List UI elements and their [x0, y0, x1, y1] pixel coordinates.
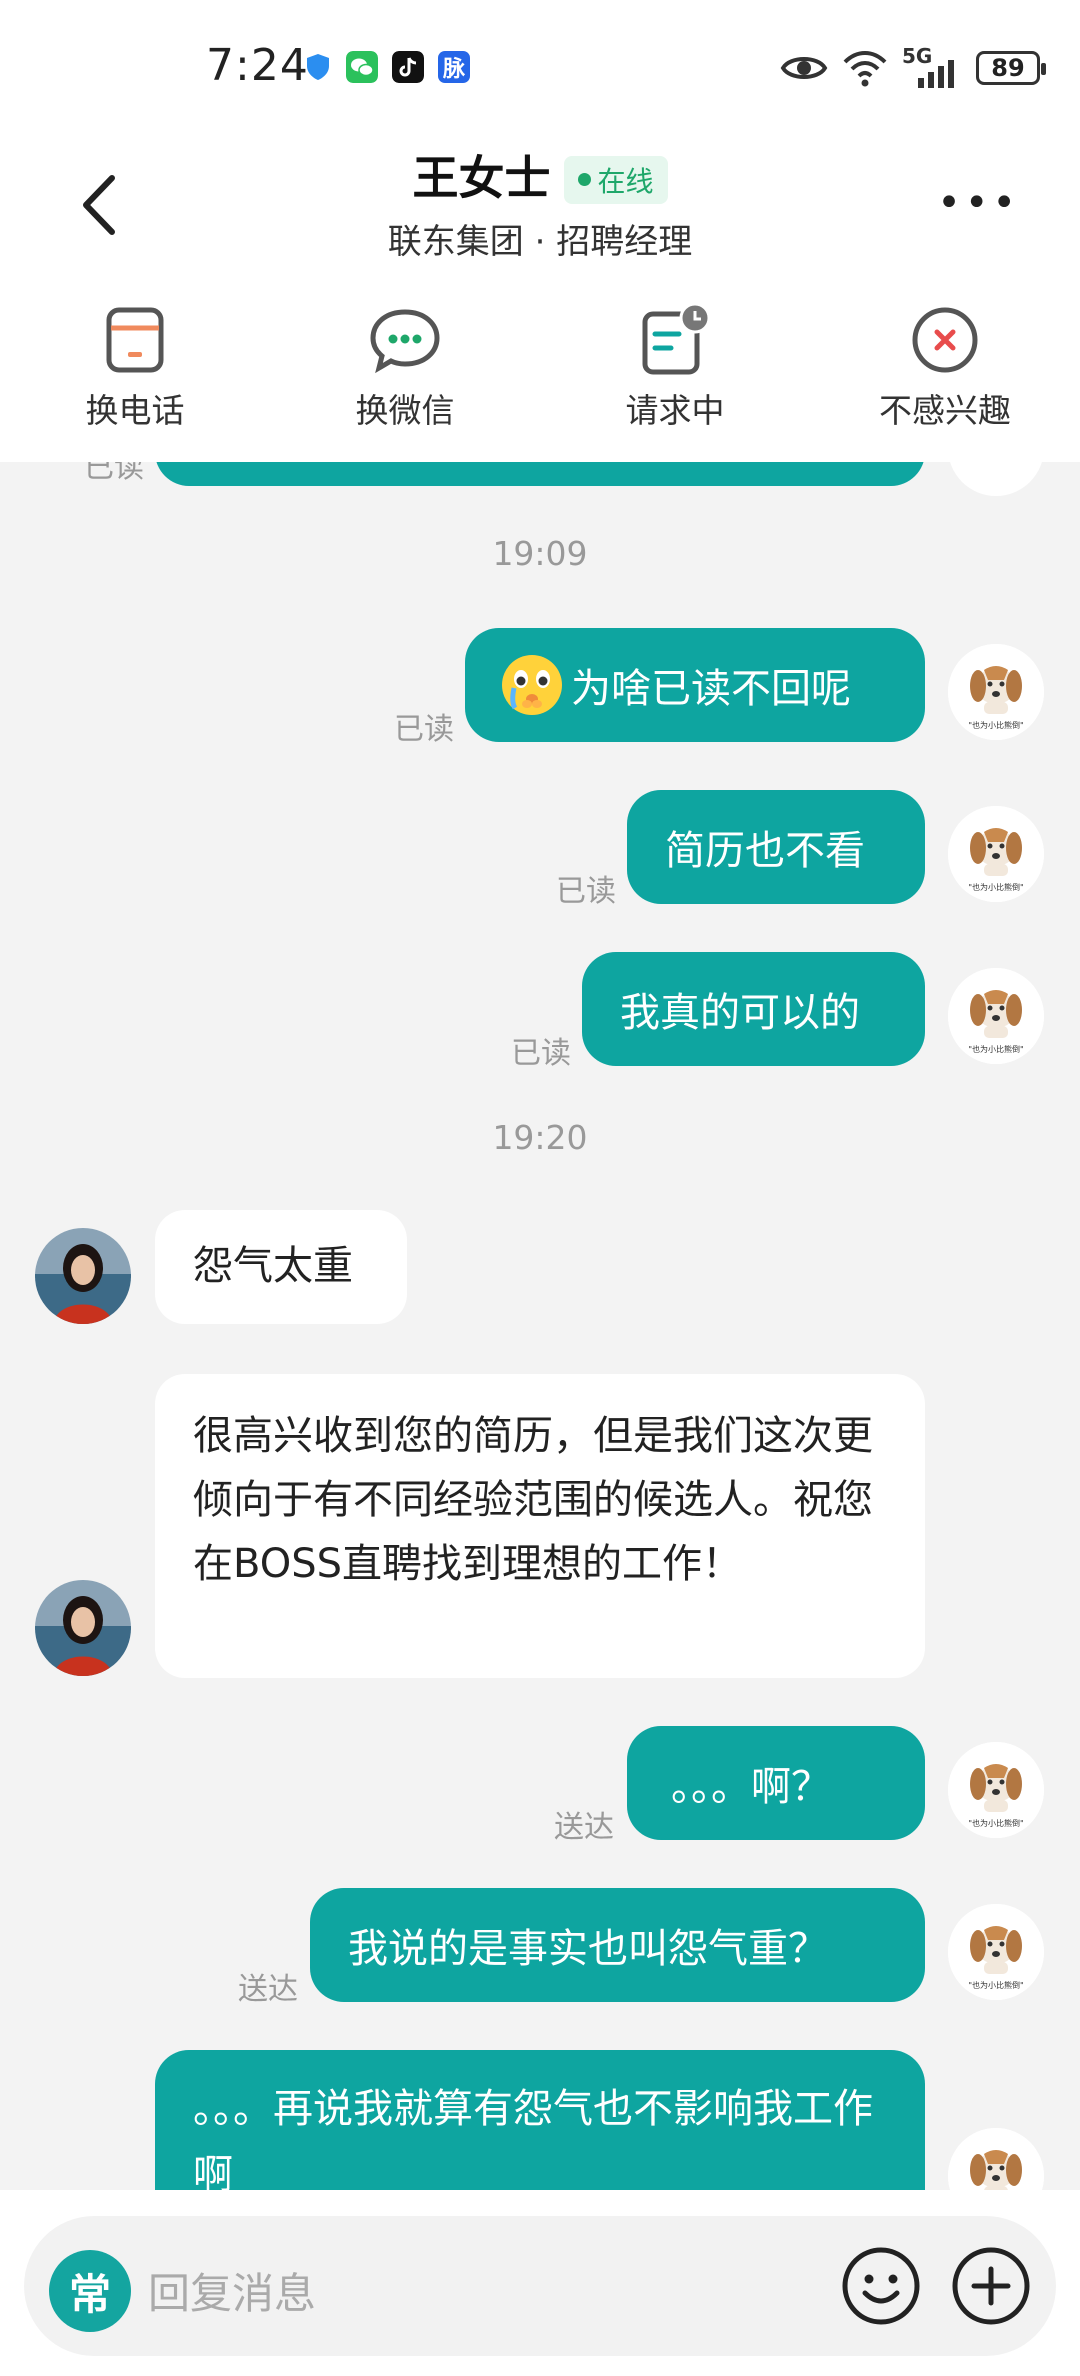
signal-bars-icon — [918, 60, 954, 88]
swap-wechat-button[interactable]: 换微信 — [270, 280, 540, 462]
beagle-sticker-avatar: "也为小比熊倒" — [948, 644, 1044, 740]
phone-swap-icon — [106, 307, 164, 373]
my-avatar[interactable]: "也为小比熊倒" — [948, 2128, 1044, 2190]
battery-indicator: 89 — [976, 51, 1046, 85]
read-status: 已读 — [394, 712, 454, 747]
online-badge: 在线 — [564, 155, 668, 204]
timestamp: 19:20 — [492, 1118, 588, 1157]
online-dot-icon — [578, 173, 592, 186]
maimai-icon: 脉 — [438, 51, 470, 83]
my-avatar[interactable]: "也为小比熊倒" — [948, 968, 1044, 1064]
more-options-icon[interactable]: ••• — [937, 180, 1020, 226]
composer-bar: 常 回复消息 — [0, 2190, 1080, 2376]
beagle-sticker-avatar: "也为小比熊倒" — [948, 1904, 1044, 2000]
message-bubble[interactable]: 。。。再说我就算有怨气也不影响我工作啊 — [155, 2050, 925, 2190]
recruiter-avatar[interactable] — [35, 1580, 131, 1676]
wechat-swap-icon — [370, 309, 440, 374]
recruiter-photo — [35, 1228, 131, 1324]
quick-phrases-button[interactable]: 常 — [49, 2250, 131, 2332]
recruiter-photo — [35, 1580, 131, 1676]
not-interested-button[interactable]: 不感兴趣 — [810, 280, 1080, 462]
read-status: 已读 — [84, 462, 144, 485]
read-status: 已读 — [511, 1036, 571, 1071]
chat-header: 王女士 在线 联东集团 · 招聘经理 ••• — [0, 130, 1080, 280]
message-bubble[interactable]: 我真的可以的 — [582, 952, 925, 1066]
status-bar: 7:24 脉 5G 89 — [0, 0, 1080, 130]
message-bubble[interactable]: 简历也不看 — [627, 790, 925, 904]
message-bubble[interactable]: 。。。啊？ — [627, 1726, 925, 1840]
message-bubble-partial[interactable] — [155, 462, 925, 486]
svg-text:"也为小比熊倒": "也为小比熊倒" — [968, 720, 1023, 730]
delivered-status: 送达 — [554, 1810, 614, 1845]
timestamp: 19:09 — [492, 534, 588, 573]
wechat-icon — [346, 51, 378, 83]
my-avatar[interactable]: "也为小比熊倒" — [948, 644, 1044, 740]
contact-name[interactable]: 王女士 — [412, 151, 550, 205]
message-bubble[interactable]: 我说的是事实也叫怨气重？ — [310, 1888, 925, 2002]
request-pending-button[interactable]: 请求中 — [540, 280, 810, 462]
read-status: 已读 — [556, 874, 616, 909]
my-avatar[interactable] — [948, 462, 1044, 496]
message-list[interactable]: 已读 19:09 已读 为啥已读不回呢 "也为小比熊倒" 已读 简历也不看 "也… — [0, 462, 1080, 2190]
delivered-status: 送达 — [82, 2182, 142, 2190]
emoji-icon[interactable] — [840, 2245, 922, 2327]
my-avatar[interactable]: "也为小比熊倒" — [948, 806, 1044, 902]
resume-request-icon — [642, 302, 711, 375]
svg-text:"也为小比熊倒": "也为小比熊倒" — [968, 1980, 1023, 1990]
reply-input[interactable]: 常 回复消息 — [24, 2216, 1056, 2356]
svg-text:"也为小比熊倒": "也为小比熊倒" — [968, 1818, 1023, 1828]
svg-text:"也为小比熊倒": "也为小比熊倒" — [968, 1044, 1023, 1054]
douyin-icon — [392, 51, 424, 83]
wifi-icon — [843, 51, 887, 87]
delivered-status: 送达 — [238, 1972, 298, 2007]
action-bar: 换电话 换微信 请求中 不感兴趣 — [0, 280, 1080, 462]
recruiter-avatar[interactable] — [35, 1228, 131, 1324]
beagle-sticker-avatar: "也为小比熊倒" — [948, 1742, 1044, 1838]
swap-phone-button[interactable]: 换电话 — [0, 280, 270, 462]
add-attachment-icon[interactable] — [950, 2245, 1032, 2327]
message-bubble-incoming[interactable]: 怨气太重 — [155, 1210, 407, 1324]
my-avatar[interactable]: "也为小比熊倒" — [948, 1904, 1044, 2000]
contact-subtitle: 联东集团 · 招聘经理 — [387, 222, 693, 262]
not-interested-icon — [912, 307, 978, 373]
svg-text:"也为小比熊倒": "也为小比熊倒" — [968, 882, 1023, 892]
status-time: 7:24 — [206, 40, 309, 91]
message-bubble-incoming[interactable]: 很高兴收到您的简历，但是我们这次更倾向于有不同经验范围的候选人。祝您在BOSS直… — [155, 1374, 925, 1678]
my-avatar[interactable]: "也为小比熊倒" — [948, 1742, 1044, 1838]
beagle-sticker-avatar: "也为小比熊倒" — [948, 2128, 1044, 2190]
crying-face-emoji — [502, 655, 562, 715]
shield-icon — [307, 54, 329, 80]
eye-icon — [780, 57, 828, 79]
beagle-sticker-avatar: "也为小比熊倒" — [948, 806, 1044, 902]
reply-placeholder: 回复消息 — [148, 2269, 317, 2318]
signal-indicator: 5G — [902, 44, 962, 88]
beagle-sticker-avatar: "也为小比熊倒" — [948, 968, 1044, 1064]
message-bubble[interactable]: 为啥已读不回呢 — [465, 628, 925, 742]
contact-title: 王女士 在线 联东集团 · 招聘经理 — [0, 142, 1080, 263]
